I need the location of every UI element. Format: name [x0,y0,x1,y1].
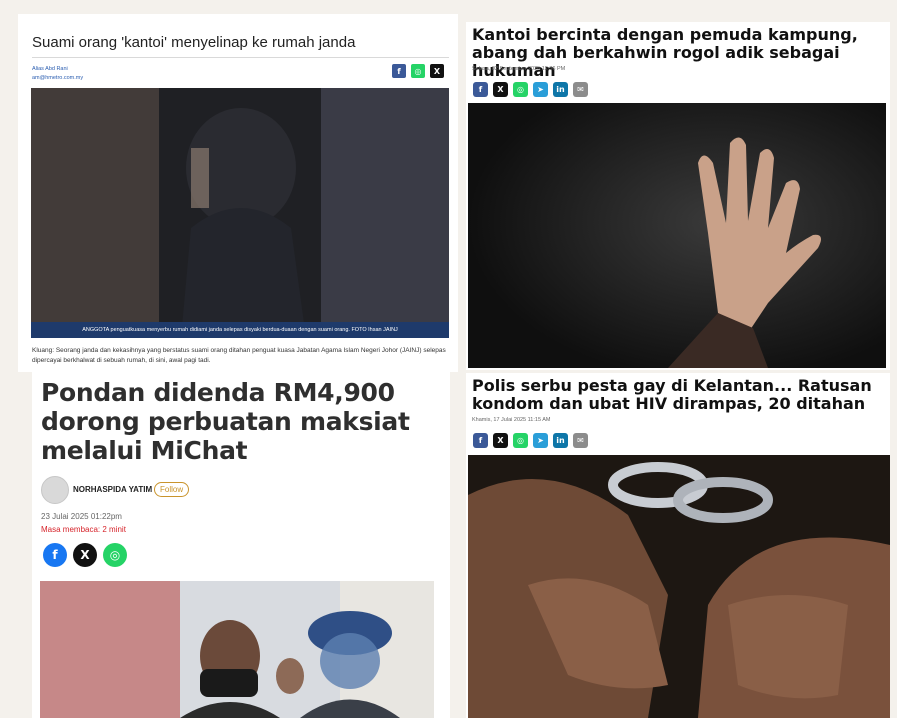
telegram-share-icon[interactable]: ➤ [533,433,548,448]
facebook-share-icon[interactable]: f [473,82,488,97]
share-bar: f X ◎ ➤ in ✉ [473,82,588,97]
facebook-share-icon[interactable]: f [392,64,406,78]
courthouse-photo-image [40,581,434,718]
author-email[interactable]: am@hmetro.com.my [32,74,83,83]
article-card-pondan: Pondan didenda RM4,900 dorong perbuatan … [32,372,450,718]
follow-button[interactable]: Follow [154,482,190,497]
reading-time: Masa membaca: 2 minit [41,525,126,534]
news-collage: Suami orang 'kantoi' menyelinap ke rumah… [0,0,897,718]
whatsapp-share-icon[interactable]: ◎ [513,82,528,97]
x-share-icon[interactable]: X [493,433,508,448]
linkedin-share-icon[interactable]: in [553,433,568,448]
x-share-icon[interactable]: X [73,543,97,567]
email-share-icon[interactable]: ✉ [573,433,588,448]
article-date: Selasa, 02 September 2025 12:36 PM [472,66,566,72]
telegram-share-icon[interactable]: ➤ [533,82,548,97]
article-card-polis: Polis serbu pesta gay di Kelantan... Rat… [466,373,890,718]
article-title[interactable]: Pondan didenda RM4,900 dorong perbuatan … [41,378,441,465]
share-bar: f X ◎ [43,543,127,567]
divider [32,57,449,58]
article-photo [40,581,434,718]
article-card-kantoi: Kantoi bercinta dengan pemuda kampung, a… [466,22,890,370]
article-title[interactable]: Suami orang 'kantoi' menyelinap ke rumah… [32,34,355,51]
x-share-icon[interactable]: X [493,82,508,97]
handcuffed-hands-image [468,455,890,718]
article-photo [468,103,886,368]
share-bar: f X ◎ ➤ in ✉ [473,433,588,448]
article-photo [31,88,449,338]
share-bar: f ◎ X [392,64,444,78]
whatsapp-share-icon[interactable]: ◎ [513,433,528,448]
article-photo [468,455,890,718]
raised-hand-image [468,103,886,368]
email-share-icon[interactable]: ✉ [573,82,588,97]
whatsapp-share-icon[interactable]: ◎ [411,64,425,78]
facebook-share-icon[interactable]: f [43,543,67,567]
article-date: 23 Julai 2025 01:22pm [41,512,122,521]
article-title[interactable]: Polis serbu pesta gay di Kelantan... Rat… [472,377,888,413]
facebook-share-icon[interactable]: f [473,433,488,448]
whatsapp-share-icon[interactable]: ◎ [103,543,127,567]
linkedin-share-icon[interactable]: in [553,82,568,97]
author-name[interactable]: Alias Abd Rani [32,65,83,74]
x-share-icon[interactable]: X [430,64,444,78]
author-block: Alias Abd Rani am@hmetro.com.my [32,65,83,83]
article-lede: Kluang: Seorang janda dan kekasihnya yan… [32,347,446,364]
author-avatar[interactable] [41,476,69,504]
article-card-khalwat: Suami orang 'kantoi' menyelinap ke rumah… [18,14,458,372]
article-date: Khamis, 17 Julai 2025 11:15 AM [472,417,551,423]
hooded-person-image [31,88,449,338]
photo-caption: ANGGOTA penguatkuasa menyerbu rumah didi… [31,322,449,338]
author-name[interactable]: NORHASPIDA YATIM [73,485,152,494]
